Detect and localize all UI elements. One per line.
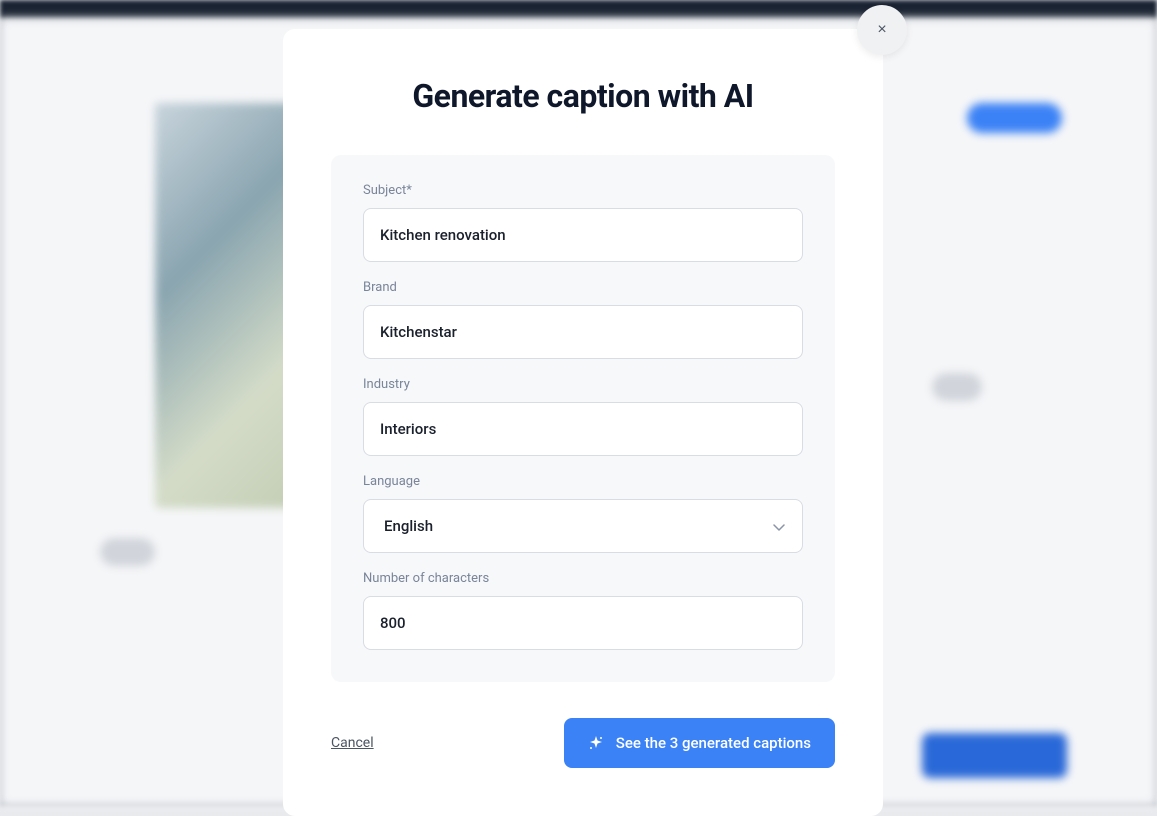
modal-title: Generate caption with AI (331, 77, 835, 115)
language-select[interactable]: English (363, 499, 803, 553)
industry-input[interactable] (363, 402, 803, 456)
brand-group: Brand (363, 280, 803, 359)
language-group: Language English (363, 474, 803, 553)
char-count-label: Number of characters (363, 571, 803, 586)
bg-badge (967, 103, 1062, 133)
close-button[interactable]: × (857, 5, 907, 55)
brand-label: Brand (363, 280, 803, 295)
industry-label: Industry (363, 377, 803, 392)
cancel-button[interactable]: Cancel (331, 735, 374, 751)
language-value: English (384, 517, 433, 535)
close-icon: × (877, 21, 886, 39)
subject-input[interactable] (363, 208, 803, 262)
generate-caption-modal: × Generate caption with AI Subject* Bran… (283, 29, 883, 816)
bg-header (0, 0, 1157, 18)
modal-footer: Cancel See the 3 generated captions (331, 718, 835, 768)
subject-label-text: Subject (363, 183, 406, 198)
generate-button-label: See the 3 generated captions (616, 734, 811, 752)
char-count-input[interactable] (363, 596, 803, 650)
bg-button (922, 733, 1067, 778)
industry-group: Industry (363, 377, 803, 456)
char-count-group: Number of characters (363, 571, 803, 650)
required-asterisk: * (406, 183, 412, 198)
bg-toggle (932, 373, 982, 401)
sparkle-icon (588, 735, 604, 751)
brand-input[interactable] (363, 305, 803, 359)
subject-label: Subject* (363, 183, 803, 198)
form-container: Subject* Brand Industry Language English (331, 155, 835, 682)
subject-group: Subject* (363, 183, 803, 262)
generate-captions-button[interactable]: See the 3 generated captions (564, 718, 835, 768)
language-select-wrapper: English (363, 499, 803, 553)
language-label: Language (363, 474, 803, 489)
bg-pill (100, 538, 155, 566)
